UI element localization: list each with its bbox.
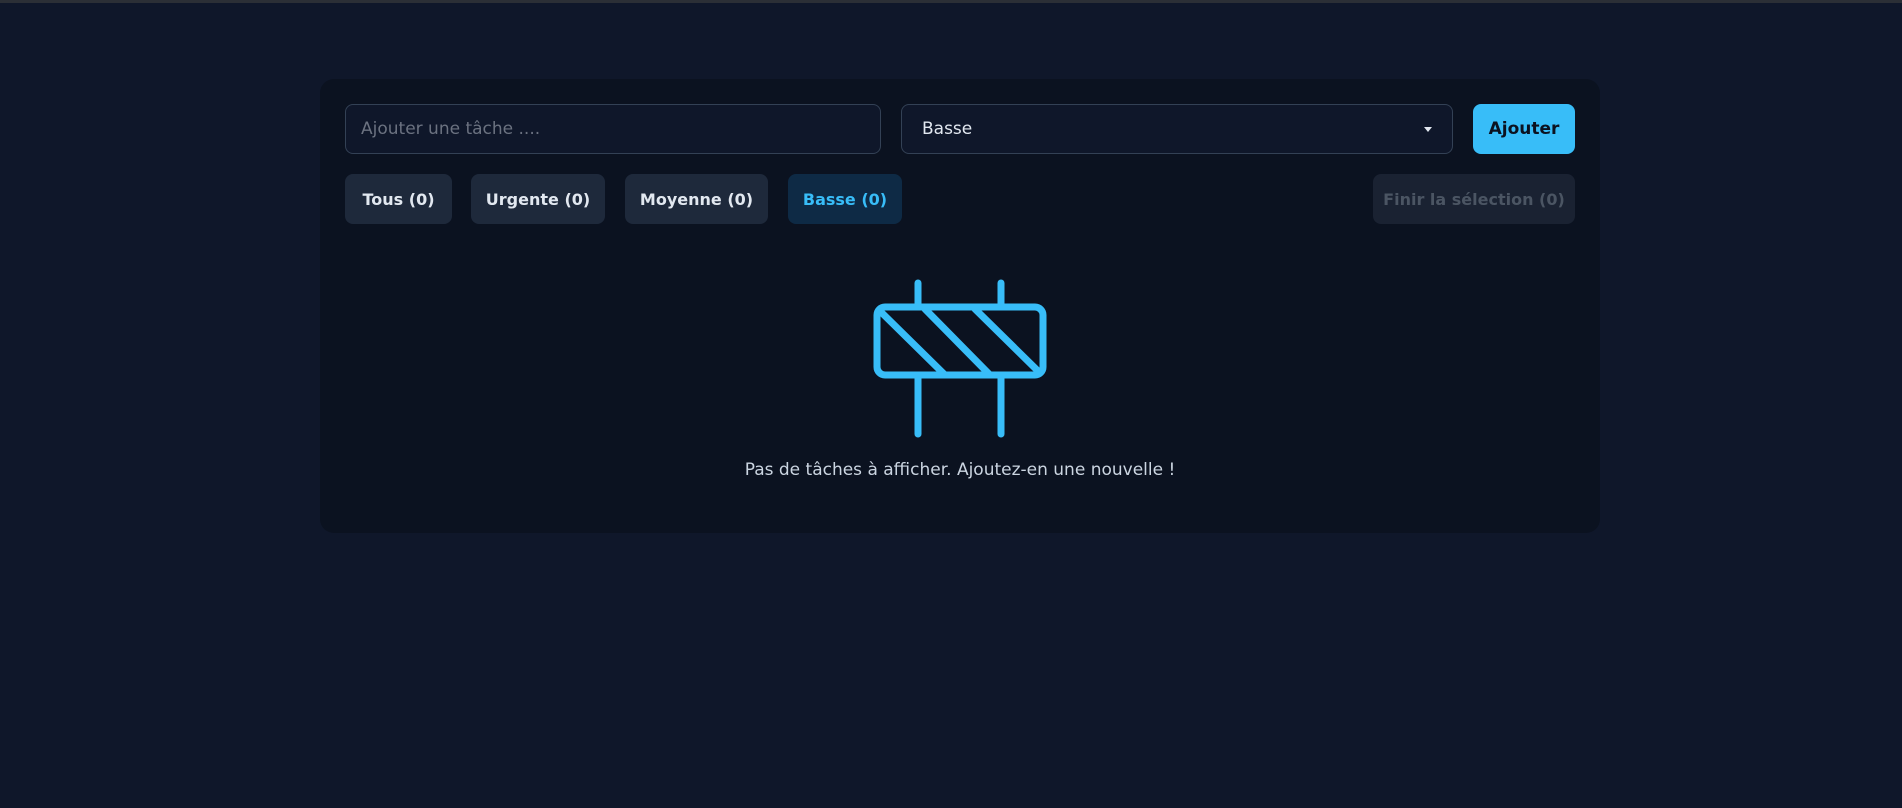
add-task-form: Basse Ajouter [345,104,1575,154]
add-task-button[interactable]: Ajouter [1473,104,1575,154]
chevron-down-icon [1424,126,1432,132]
filter-low-button[interactable]: Basse (0) [788,174,902,224]
filter-all-button[interactable]: Tous (0) [345,174,452,224]
task-input[interactable] [345,104,881,154]
window-top-border [0,0,1902,3]
barrier-icon [873,279,1047,438]
finish-selection-button[interactable]: Finir la sélection (0) [1373,174,1575,224]
empty-state-message: Pas de tâches à afficher. Ajoutez-en une… [744,460,1176,480]
priority-select[interactable]: Basse [901,104,1453,154]
priority-select-value: Basse [922,119,973,139]
filter-medium-button[interactable]: Moyenne (0) [625,174,768,224]
filter-urgent-button[interactable]: Urgente (0) [471,174,605,224]
todo-card: Basse Ajouter Tous (0) Urgente (0) Moyen… [320,79,1600,533]
